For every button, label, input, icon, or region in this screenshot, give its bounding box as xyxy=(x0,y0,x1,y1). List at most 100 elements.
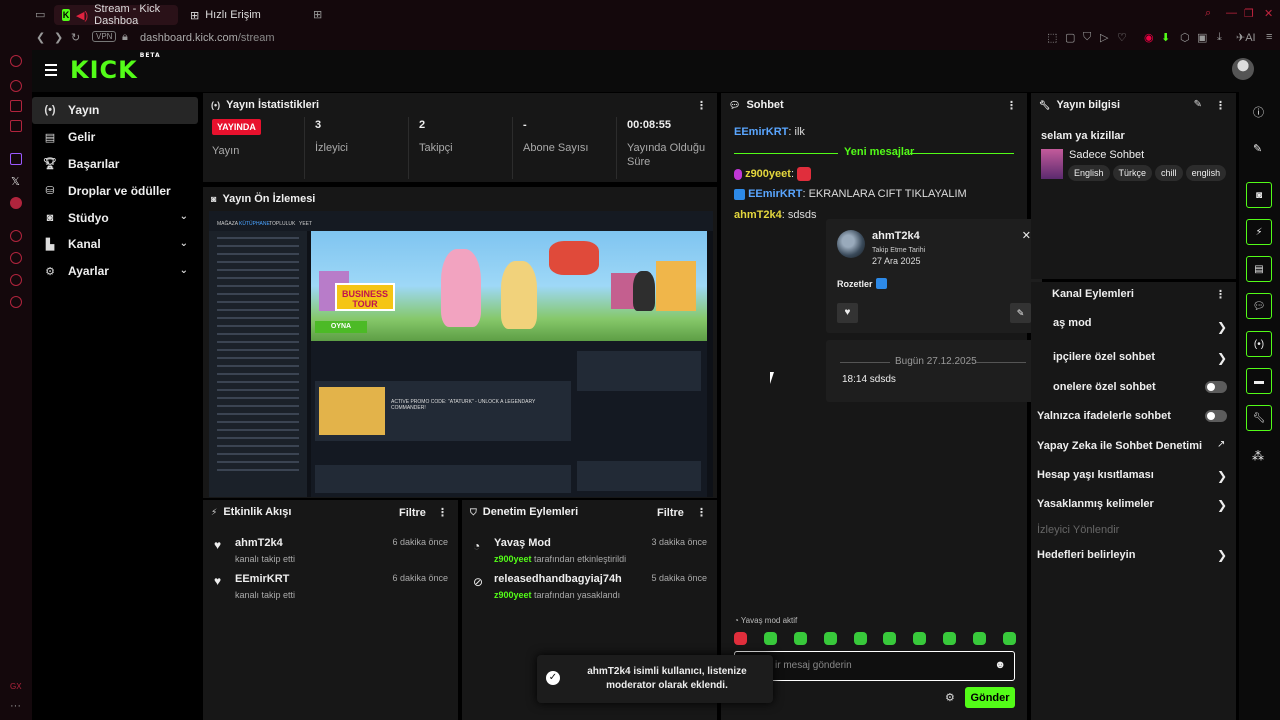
back-icon[interactable]: ❮ xyxy=(36,31,45,44)
info-tool-button[interactable]: 🔧︎ xyxy=(1246,405,1272,431)
more-options-icon[interactable]: ⋮ xyxy=(1006,99,1017,112)
more-options-icon[interactable]: ⋮ xyxy=(696,506,707,519)
tab-kick-dashboard[interactable]: K ◀) Stream - Kick Dashboa xyxy=(54,3,178,27)
new-tab-icon[interactable]: ⊞ xyxy=(313,8,322,21)
sidebar-item-basarilar[interactable]: 🏆︎ Başarılar xyxy=(32,151,198,178)
extensions-icon[interactable] xyxy=(10,274,22,286)
minimize-icon[interactable]: — xyxy=(1226,7,1237,19)
reload-icon[interactable]: ↻ xyxy=(71,31,80,44)
sidebar-item-droplar[interactable]: ⛁ Droplar ve ödüller xyxy=(32,177,198,204)
moderation-tool-button[interactable]: ▤ xyxy=(1246,256,1272,282)
extension-c-icon[interactable]: ⬡ xyxy=(1180,31,1190,44)
chevron-right-icon[interactable]: ❯ xyxy=(1217,548,1227,562)
chat-input[interactable]: ir mesaj gönderin ☻ xyxy=(734,651,1015,681)
aria-icon[interactable] xyxy=(10,55,22,67)
close-window-icon[interactable]: ✕ xyxy=(1264,7,1273,20)
avatar[interactable] xyxy=(1232,58,1254,80)
ai-icon[interactable]: ✈AI xyxy=(1236,31,1256,44)
bookmark-icon[interactable]: ⬚ xyxy=(1047,31,1057,44)
twitch-icon[interactable] xyxy=(10,153,22,165)
gx-icon[interactable]: GX xyxy=(10,682,22,691)
moderator-name[interactable]: z900yeet xyxy=(494,590,532,600)
forward-icon[interactable]: ❯ xyxy=(54,31,63,44)
menu-icon[interactable]: ≡ xyxy=(1266,31,1272,43)
chevron-right-icon[interactable]: ❯ xyxy=(1217,469,1227,483)
action-banned-words[interactable]: Yasaklanmış kelimeler xyxy=(1037,498,1154,510)
chat-tool-button[interactable]: 💬︎ xyxy=(1246,293,1272,319)
more-options-icon[interactable]: ⋮ xyxy=(1215,99,1226,112)
sidebar-item-yayin[interactable]: (•) Yayın xyxy=(32,97,198,124)
action-ai-moderation[interactable]: Yapay Zeka ile Sohbet Denetimi xyxy=(1037,440,1202,452)
activity-filter-button[interactable]: Filtre xyxy=(399,507,426,519)
emote-icon[interactable] xyxy=(853,632,867,645)
info-icon[interactable]: ⓘ xyxy=(1253,104,1264,120)
subscribers-only-toggle[interactable] xyxy=(1205,381,1227,393)
emote-icon[interactable] xyxy=(883,632,897,645)
more-options-icon[interactable]: ⋮ xyxy=(696,99,707,112)
youtube-icon[interactable] xyxy=(10,197,22,209)
emote-icon[interactable] xyxy=(734,632,747,645)
chat-username[interactable]: EEmirKRT xyxy=(734,126,788,138)
player-icon[interactable] xyxy=(10,230,22,242)
stream-preview-video[interactable]: MAĞAZA KÜTÜPHANE TOPLULUK YEET BUSINESS … xyxy=(209,211,713,497)
chevron-down-icon[interactable]: ⌄ xyxy=(180,211,188,222)
emoji-icon[interactable]: ☻ xyxy=(994,659,1006,671)
chat-settings-icon[interactable]: ⚙ xyxy=(945,691,955,704)
messenger-icon[interactable] xyxy=(10,80,22,92)
extension-d-icon[interactable]: ▣ xyxy=(1197,31,1207,44)
edit-icon[interactable]: ✎ xyxy=(1194,99,1202,110)
x-icon[interactable]: 𝕏 xyxy=(11,175,20,188)
tab-speed-dial[interactable]: ⊞ Hızlı Erişim xyxy=(182,5,306,25)
chevron-right-icon[interactable]: ❯ xyxy=(1217,351,1227,365)
emote-icon[interactable] xyxy=(943,632,957,645)
activity-tool-button[interactable]: ⚡︎ xyxy=(1246,219,1272,245)
heart-icon[interactable]: ♡ xyxy=(1117,31,1127,44)
sidebar-item-studyo[interactable]: ◙ Stüdyo ⌄ xyxy=(32,204,198,231)
mute-button[interactable]: ✎ xyxy=(1010,303,1031,323)
vpn-badge[interactable]: VPN xyxy=(92,31,117,42)
sidebar-item-ayarlar[interactable]: ⚙ Ayarlar ⌄ xyxy=(32,258,198,285)
more-options-icon[interactable]: ⋮ xyxy=(437,506,448,519)
chat-username[interactable]: z900yeet xyxy=(745,168,791,180)
external-link-icon[interactable]: ↗ xyxy=(1217,439,1225,450)
snapshot-icon[interactable]: ▢ xyxy=(1065,31,1075,44)
preview-tool-button[interactable]: ◙ xyxy=(1246,182,1272,208)
emote-icon[interactable] xyxy=(913,632,927,645)
more-icon[interactable]: ··· xyxy=(10,700,21,712)
send-button[interactable]: Gönder xyxy=(965,687,1015,708)
sidebar-item-kanal[interactable]: ▙ Kanal ⌄ xyxy=(32,231,198,258)
moderation-filter-button[interactable]: Filtre xyxy=(657,507,684,519)
emote-icon[interactable] xyxy=(1002,632,1016,645)
chevron-right-icon[interactable]: ❯ xyxy=(1217,498,1227,512)
hamburger-icon[interactable] xyxy=(45,64,57,79)
chat-username[interactable]: ahmT2k4 xyxy=(734,209,782,221)
emote-icon[interactable] xyxy=(793,632,807,645)
follow-heart-button[interactable]: ♥ xyxy=(837,303,858,323)
sidebar-item-gelir[interactable]: ▤ Gelir xyxy=(32,124,198,151)
emote-icon[interactable] xyxy=(973,632,986,645)
chevron-down-icon[interactable]: ⌄ xyxy=(180,238,188,249)
more-options-icon[interactable]: ⋮ xyxy=(1215,288,1226,301)
chevron-right-icon[interactable]: ❯ xyxy=(1217,320,1227,334)
action-slow-mode[interactable]: aş mod xyxy=(1053,317,1092,329)
add-widget-icon[interactable]: ⁂ xyxy=(1252,449,1264,463)
chat-icon[interactable] xyxy=(10,100,22,112)
music-icon[interactable] xyxy=(10,120,22,132)
edit-icon[interactable]: ✎ xyxy=(1253,142,1262,155)
maximize-icon[interactable]: ❐ xyxy=(1244,7,1254,20)
emote-icon[interactable] xyxy=(823,632,837,645)
action-set-goals[interactable]: Hedefleri belirleyin xyxy=(1037,549,1135,561)
shield-icon[interactable]: ⛉ xyxy=(1083,31,1091,44)
extension-b-icon[interactable]: ⬇ xyxy=(1161,31,1170,44)
action-followers-only[interactable]: ipçilere özel sohbet xyxy=(1053,351,1155,363)
search-tabs-icon[interactable]: ⌕ xyxy=(1205,7,1211,20)
action-account-age[interactable]: Hesap yaşı kısıtlaması xyxy=(1037,469,1154,481)
stats-tool-button[interactable]: (•) xyxy=(1246,331,1272,357)
speaker-icon[interactable]: ◀) xyxy=(76,9,88,22)
kick-logo[interactable]: KICKBETA xyxy=(70,52,160,84)
layout-tool-button[interactable]: ▬ xyxy=(1246,368,1272,394)
chevron-down-icon[interactable]: ⌄ xyxy=(180,265,188,276)
extension-a-icon[interactable]: ◉ xyxy=(1144,31,1154,44)
settings-icon[interactable] xyxy=(10,296,22,308)
emote-icon[interactable] xyxy=(763,632,777,645)
